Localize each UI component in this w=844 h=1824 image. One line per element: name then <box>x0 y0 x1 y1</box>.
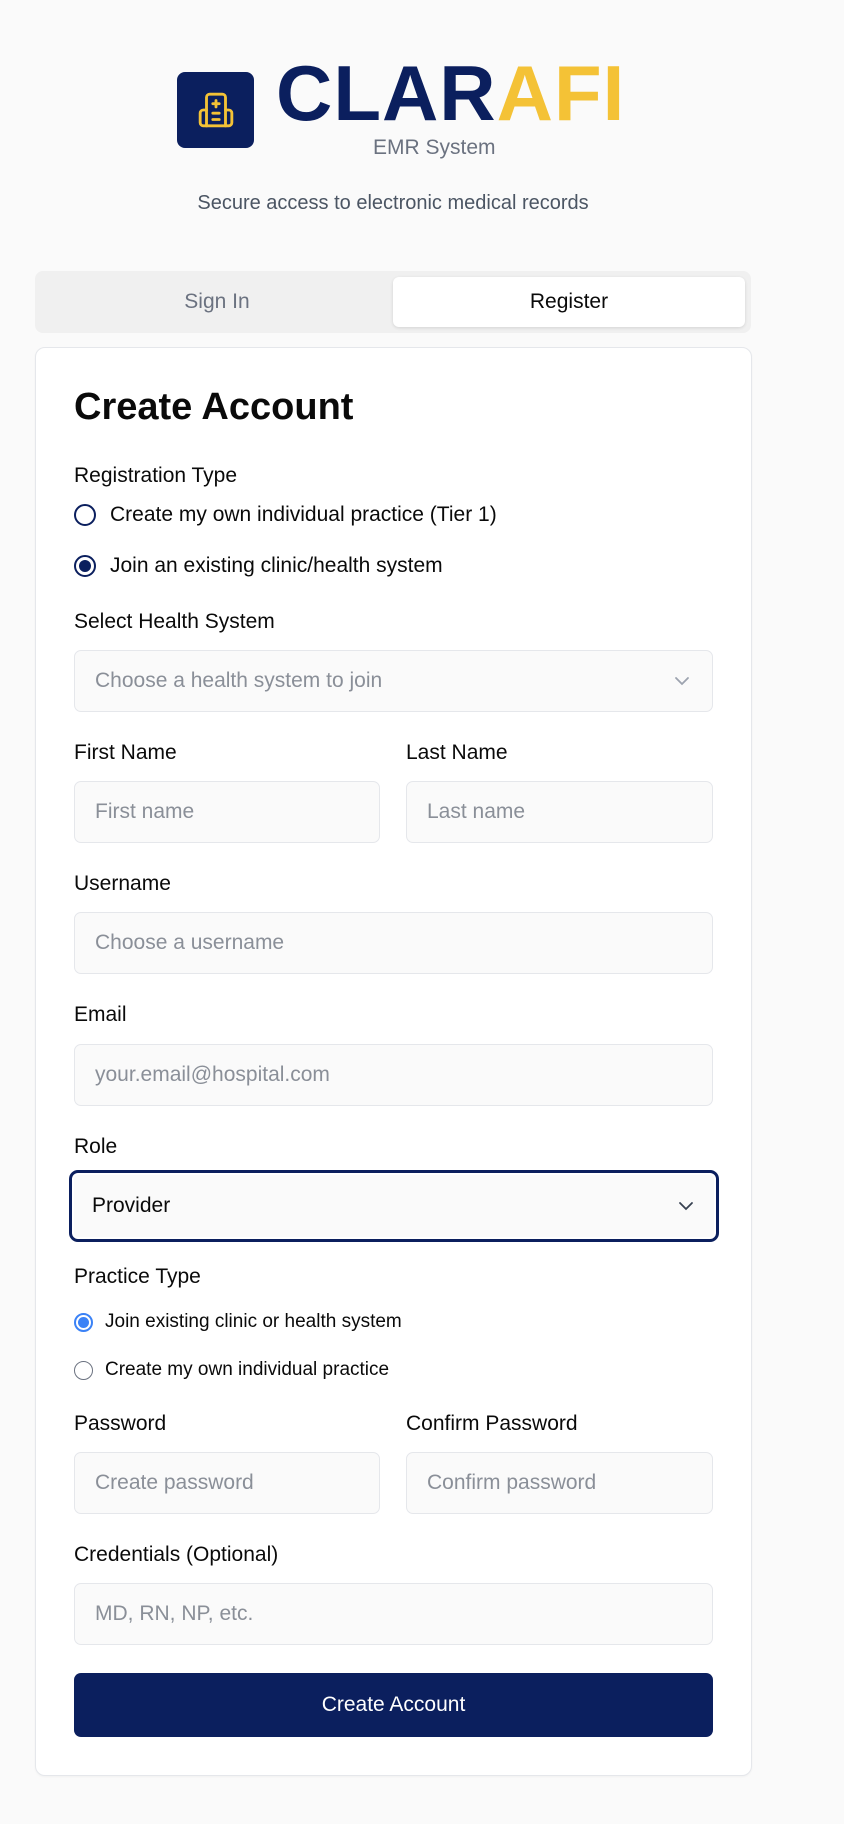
brand-subtitle: EMR System <box>373 136 496 159</box>
username-label: Username <box>74 872 171 895</box>
auth-tabs: Sign In Register <box>35 271 751 333</box>
hospital-icon <box>198 92 233 128</box>
radio-label: Join existing clinic or health system <box>105 1311 402 1332</box>
brand-name-part1: CLAR <box>276 49 497 137</box>
password-label: Password <box>74 1412 167 1435</box>
registration-type-label: Registration Type <box>74 464 238 487</box>
first-name-label: First Name <box>74 741 177 764</box>
chevron-down-icon <box>675 677 689 686</box>
confirm-password-input[interactable] <box>406 1452 713 1514</box>
radio-practice-join[interactable]: Join existing clinic or health system <box>74 1311 402 1333</box>
tagline: Secure access to electronic medical reco… <box>197 192 589 214</box>
health-system-placeholder: Choose a health system to join <box>95 669 383 692</box>
tab-register[interactable]: Register <box>393 277 745 327</box>
radio-individual-practice[interactable]: Create my own individual practice (Tier … <box>74 503 497 527</box>
radio-label: Create my own individual practice <box>105 1359 390 1380</box>
brand-header: CLARAFI EMR System <box>177 54 624 162</box>
radio-label: Join an existing clinic/health system <box>110 554 443 577</box>
radio-circle[interactable] <box>74 1312 93 1332</box>
last-name-label: Last Name <box>406 741 508 764</box>
card-title: Create Account <box>74 386 354 428</box>
email-label: Email <box>74 1003 127 1026</box>
last-name-input[interactable] <box>406 781 713 843</box>
radio-label: Create my own individual practice (Tier … <box>110 503 497 526</box>
role-select[interactable]: Provider <box>69 1170 719 1242</box>
first-name-input[interactable] <box>74 781 380 843</box>
credentials-label: Credentials (Optional) <box>74 1543 279 1566</box>
radio-circle[interactable] <box>74 1360 93 1380</box>
create-account-button[interactable]: Create Account <box>74 1673 713 1737</box>
email-input[interactable] <box>74 1044 713 1106</box>
brand-name-part2: AFI <box>496 49 626 137</box>
radio-join-existing[interactable]: Join an existing clinic/health system <box>74 554 443 578</box>
chevron-down-icon <box>679 1202 693 1211</box>
credentials-input[interactable] <box>74 1583 713 1645</box>
tab-sign-in[interactable]: Sign In <box>41 277 393 327</box>
practice-type-label: Practice Type <box>74 1265 201 1288</box>
role-value: Provider <box>92 1194 171 1217</box>
logo-badge <box>177 72 254 148</box>
radio-circle[interactable] <box>74 504 96 526</box>
role-label: Role <box>74 1135 118 1158</box>
confirm-password-label: Confirm Password <box>406 1412 578 1435</box>
radio-practice-own[interactable]: Create my own individual practice <box>74 1359 389 1381</box>
health-system-label: Select Health System <box>74 610 275 633</box>
password-input[interactable] <box>74 1452 380 1514</box>
brand-name: CLARAFI <box>276 54 625 132</box>
radio-circle[interactable] <box>74 555 96 577</box>
username-input[interactable] <box>74 912 713 974</box>
health-system-select[interactable]: Choose a health system to join <box>74 650 713 712</box>
register-card: Create Account Registration Type Create … <box>35 347 752 1776</box>
